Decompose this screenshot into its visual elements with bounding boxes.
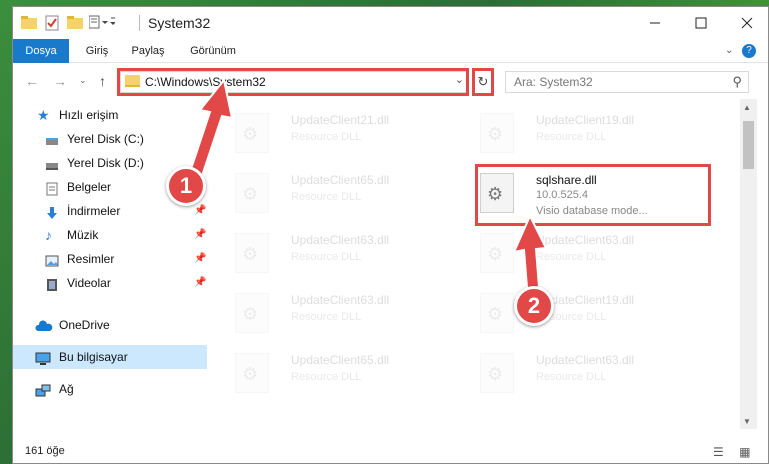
annotation-arrows [186,77,548,301]
step-2-badge: 2 [514,286,554,326]
step-1-badge: 1 [166,166,206,206]
